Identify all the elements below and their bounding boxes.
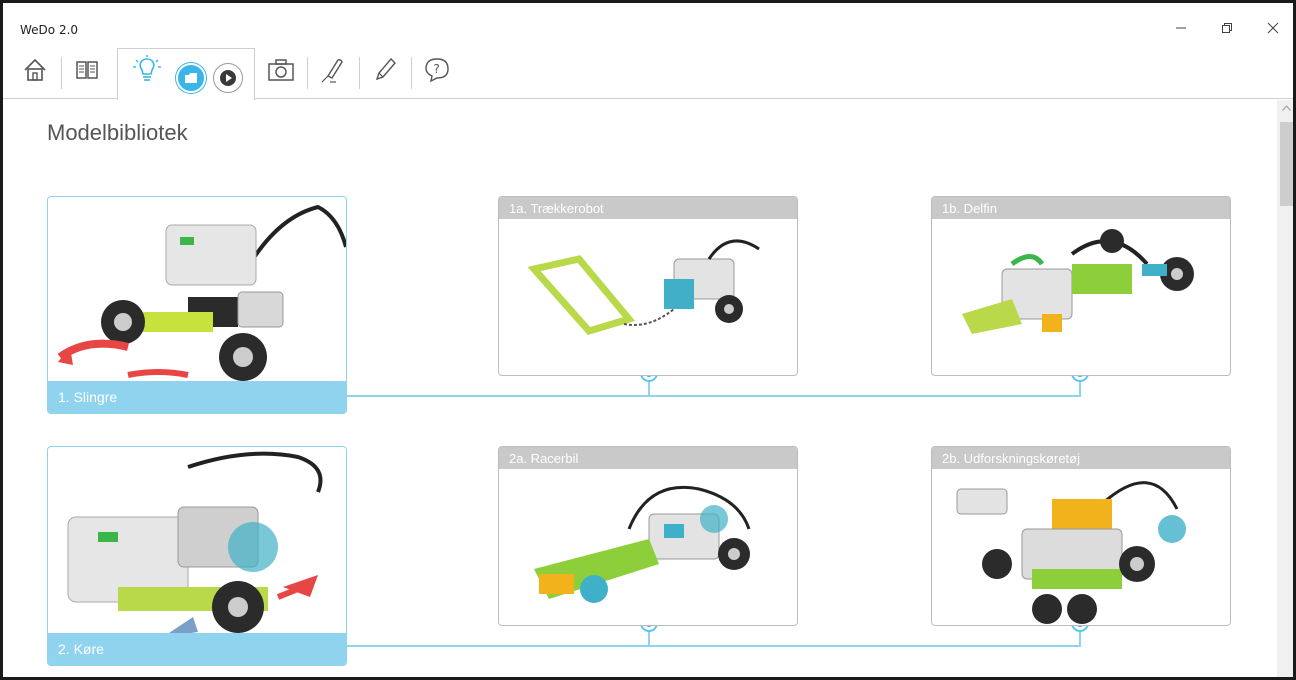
video-icon: [220, 70, 236, 86]
home-icon: [24, 58, 46, 81]
model-card-2a[interactable]: 2a. Racerbil: [498, 446, 798, 626]
model-card-2b[interactable]: 2b. Udforskningskøretøj: [931, 446, 1231, 626]
model-card-label: 1. Slingre: [48, 381, 346, 413]
connector-line: [347, 645, 1081, 647]
scroll-thumb[interactable]: [1280, 122, 1293, 206]
scroll-up-button[interactable]: [1277, 100, 1293, 116]
model-card-2-kore[interactable]: 2. Køre: [47, 446, 347, 666]
pencil-button[interactable]: [365, 50, 405, 90]
model-image: [932, 219, 1230, 375]
book-button[interactable]: [67, 50, 107, 90]
marker-icon: [321, 59, 343, 83]
chevron-up-icon: [1282, 105, 1291, 111]
model-image: [499, 469, 797, 625]
model-card-1-slingre[interactable]: 1. Slingre: [47, 196, 347, 414]
marker-button[interactable]: [313, 50, 353, 90]
connector-line: [347, 395, 1081, 397]
model-card-1b[interactable]: 1b. Delfin: [931, 196, 1231, 376]
model-image: [48, 447, 346, 637]
model-card-1a[interactable]: 1a. Trækkerobot: [498, 196, 798, 376]
model-library-panel: Modelbibliotek 1. Slingre 1a. Trækkerobo…: [3, 100, 1277, 677]
svg-text:?: ?: [434, 62, 440, 76]
restore-icon: [1222, 23, 1232, 33]
model-image: [932, 469, 1230, 625]
help-icon: ?: [425, 58, 449, 83]
close-icon: [1267, 22, 1279, 34]
library-icon: [185, 73, 197, 83]
toolbar: ?: [3, 45, 1293, 100]
model-card-label: 2. Køre: [48, 633, 346, 665]
app-window: WeDo 2.0 ? Modelbibliotek 1. Slingre 1a.…: [0, 0, 1296, 680]
book-icon: [76, 61, 98, 79]
minimize-button[interactable]: [1161, 15, 1201, 41]
vertical-scrollbar[interactable]: [1277, 100, 1293, 677]
video-view-button[interactable]: [213, 63, 243, 93]
close-button[interactable]: [1253, 15, 1293, 41]
model-card-label: 2b. Udforskningskøretøj: [932, 447, 1230, 469]
camera-icon: [268, 59, 294, 81]
model-image: [48, 197, 346, 381]
lightbulb-button[interactable]: [127, 50, 167, 90]
restore-button[interactable]: [1207, 15, 1247, 41]
title-bar: WeDo 2.0: [3, 3, 1293, 45]
camera-button[interactable]: [261, 50, 301, 90]
model-card-label: 2a. Racerbil: [499, 447, 797, 469]
library-view-button[interactable]: [176, 63, 206, 93]
model-card-label: 1b. Delfin: [932, 197, 1230, 219]
window-title: WeDo 2.0: [20, 23, 79, 37]
model-card-label: 1a. Trækkerobot: [499, 197, 797, 219]
lightbulb-icon: [133, 55, 161, 81]
help-button[interactable]: ?: [417, 50, 457, 90]
page-title: Modelbibliotek: [47, 120, 188, 145]
home-button[interactable]: [15, 50, 55, 90]
minimize-icon: [1176, 27, 1186, 29]
pencil-icon: [375, 57, 396, 81]
model-image: [499, 219, 797, 375]
